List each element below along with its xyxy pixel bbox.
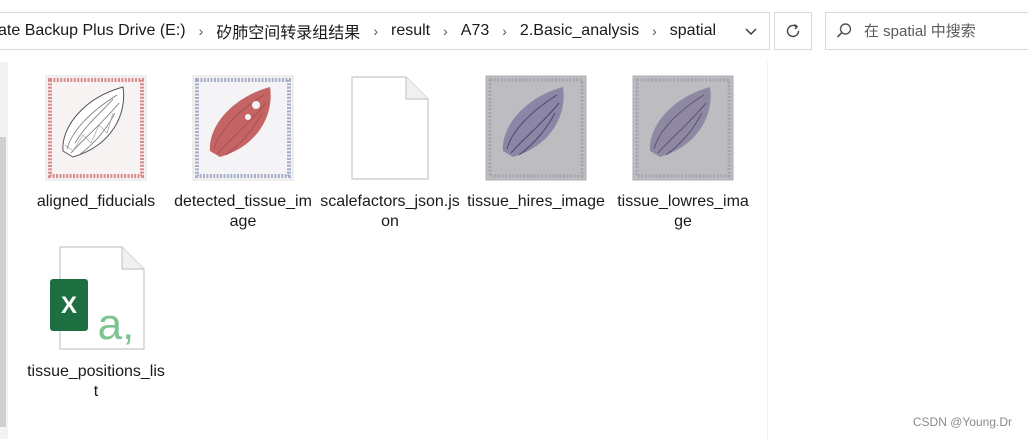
chevron-right-icon[interactable]: ›	[364, 23, 387, 39]
breadcrumb-a73[interactable]: A73	[457, 22, 493, 40]
file-item[interactable]: tissue_hires_image	[466, 70, 606, 212]
breadcrumb: ate Backup Plus Drive (E:) › 矽肺空间转录组结果 ›…	[0, 19, 733, 43]
chevron-right-icon[interactable]: ›	[493, 23, 516, 39]
chevron-right-icon[interactable]: ›	[643, 23, 666, 39]
file-name: detected_tissue_image	[174, 193, 312, 230]
watermark: CSDN @Young.Dr	[912, 415, 1012, 429]
history-dropdown-button[interactable]	[733, 13, 769, 49]
breadcrumb-basic-analysis[interactable]: 2.Basic_analysis	[516, 22, 643, 40]
chevron-right-icon[interactable]: ›	[434, 23, 457, 39]
tissue-image-thumbnail	[173, 70, 313, 186]
file-name: tissue_lowres_image	[617, 193, 749, 230]
breadcrumb-spatial[interactable]: spatial	[666, 22, 720, 40]
search-input[interactable]	[862, 21, 1016, 41]
chevron-down-icon	[745, 28, 757, 35]
address-bar[interactable]: ate Backup Plus Drive (E:) › 矽肺空间转录组结果 ›…	[0, 12, 770, 50]
file-name: aligned_fiducials	[36, 193, 156, 210]
file-item[interactable]: X a, tissue_positions_list	[26, 240, 166, 402]
svg-text:X: X	[61, 292, 77, 319]
breadcrumb-drive[interactable]: ate Backup Plus Drive (E:)	[0, 22, 190, 40]
tissue-image-thumbnail	[613, 70, 753, 186]
svg-text:a,: a,	[98, 300, 135, 349]
blank-document-icon	[320, 70, 460, 186]
tissue-image-thumbnail	[466, 70, 606, 186]
file-name: tissue_positions_list	[27, 363, 165, 400]
preview-pane	[767, 62, 1028, 439]
search-icon	[826, 22, 862, 40]
file-name: tissue_hires_image	[467, 193, 605, 210]
tissue-image-thumbnail	[26, 70, 166, 186]
toolbar: ate Backup Plus Drive (E:) › 矽肺空间转录组结果 ›…	[0, 0, 1028, 62]
scrollbar-thumb[interactable]	[0, 137, 6, 427]
breadcrumb-project[interactable]: 矽肺空间转录组结果	[212, 19, 364, 43]
chevron-right-icon[interactable]: ›	[190, 23, 213, 39]
refresh-icon	[786, 23, 800, 38]
excel-csv-icon: X a,	[26, 240, 166, 356]
file-item[interactable]: aligned_fiducials	[26, 70, 166, 212]
file-name: scalefactors_json.json	[320, 193, 460, 230]
navigation-pane-edge	[0, 62, 8, 439]
search-box[interactable]	[825, 12, 1028, 50]
file-item[interactable]: detected_tissue_image	[173, 70, 313, 232]
file-item[interactable]: tissue_lowres_image	[613, 70, 753, 232]
refresh-button[interactable]	[774, 12, 812, 50]
file-item[interactable]: scalefactors_json.json	[320, 70, 460, 232]
breadcrumb-result[interactable]: result	[387, 22, 434, 40]
